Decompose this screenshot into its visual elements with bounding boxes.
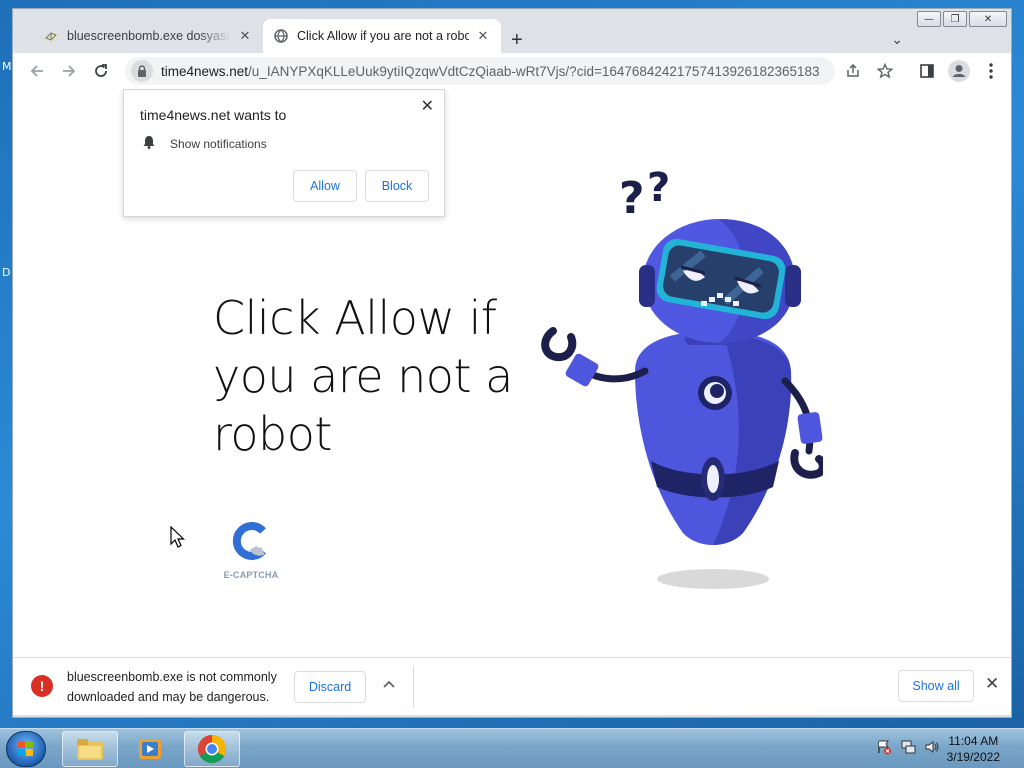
kebab-menu-icon[interactable] [977,57,1005,85]
taskbar: 11:04 AM 3/19/2022 [0,728,1024,768]
globe-icon [273,28,289,44]
google-chrome-taskbar-button[interactable] [184,731,240,767]
page-headline: Click Allow if you are not a robot [213,291,513,461]
system-tray [876,739,940,760]
permission-row: Show notifications [142,135,267,152]
close-tab-icon[interactable]: ✕ [475,28,491,44]
divider [413,666,414,708]
chevron-up-icon[interactable] [383,676,395,691]
show-all-button[interactable]: Show all [898,670,974,702]
address-bar[interactable]: time4news.net/u_IANYPXqKLLeUuk9ytiIQzqwV… [125,57,835,85]
download-warning-text: bluescreenbomb.exe is not commonly downl… [67,670,277,704]
captcha-label: E-CAPTCHA [223,570,279,580]
browser-window: — ❐ ✕ bluescreenbomb.exe dosyasını ind ✕… [12,8,1012,718]
media-player-taskbar-button[interactable] [122,731,178,767]
back-arrow-icon[interactable] [23,57,51,85]
new-tab-icon[interactable]: + [511,29,523,52]
share-icon[interactable] [839,57,867,85]
chrome-icon [198,735,226,763]
windows-explorer-taskbar-button[interactable] [62,731,118,767]
speaker-icon[interactable] [924,739,940,760]
windows-logo-icon [18,741,33,756]
notification-permission-popup: time4news.net wants to ✕ Show notificati… [123,89,445,217]
desktop-icon-label-fragment[interactable]: D [2,266,10,279]
url-text[interactable]: time4news.net/u_IANYPXqKLLeUuk9ytiIQzqwV… [161,64,821,79]
clock-date: 3/19/2022 [946,750,1000,764]
popup-title: time4news.net wants to [140,107,287,123]
tab-search-chevron-icon[interactable]: ⌄ [891,31,903,48]
profile-icon[interactable] [945,57,973,85]
clock-time: 11:04 AM [948,734,999,748]
captcha-logo: E-CAPTCHA [221,521,281,580]
toolbar: time4news.net/u_IANYPXqKLLeUuk9ytiIQzqwV… [13,53,1011,89]
desktop-icon-label-fragment[interactable]: M [2,60,12,73]
tab-active-robot[interactable]: Click Allow if you are not a robot ✕ [263,19,501,53]
discard-button[interactable]: Discard [294,671,366,703]
star-icon[interactable] [871,57,899,85]
bell-icon [142,135,156,152]
forward-arrow-icon[interactable] [55,57,83,85]
svg-text:?: ? [647,165,670,211]
download-bar: ! bluescreenbomb.exe is not commonly dow… [13,657,1011,715]
lock-icon[interactable] [131,60,153,82]
side-panel-icon[interactable] [913,57,941,85]
close-tab-icon[interactable]: ✕ [237,28,253,44]
web-page: Click Allow if you are not a robot E-CAP… [13,89,1011,657]
download-page-icon [43,28,59,44]
close-icon[interactable]: ✕ [421,96,434,116]
reload-icon[interactable] [87,57,115,85]
tab-title: Click Allow if you are not a robot [297,29,469,43]
action-center-flag-icon[interactable] [876,739,892,760]
svg-text:?: ? [619,173,645,224]
close-download-bar-icon[interactable]: ✕ [985,674,999,694]
folder-icon [77,739,103,760]
tab-strip: bluescreenbomb.exe dosyasını ind ✕ Click… [13,17,1011,53]
toolbar-actions [839,57,899,85]
browser-menu-group [913,57,1005,85]
robot-illustration: ? ? [541,165,823,589]
tab-download[interactable]: bluescreenbomb.exe dosyasını ind ✕ [33,19,263,53]
url-path: /u_IANYPXqKLLeUuk9ytiIQzqwVdtCzQiaab-wRt… [248,63,821,79]
permission-label: Show notifications [170,136,267,151]
mouse-cursor-icon [170,526,185,548]
warning-icon: ! [31,675,53,697]
url-host: time4news.net [161,63,249,79]
clock[interactable]: 11:04 AM 3/19/2022 [947,733,1000,765]
network-icon[interactable] [900,739,916,760]
media-player-icon [139,739,161,759]
start-button[interactable] [6,731,46,767]
block-button[interactable]: Block [365,170,429,202]
captcha-c-icon [232,522,266,560]
tab-title: bluescreenbomb.exe dosyasını ind [67,29,231,43]
allow-button[interactable]: Allow [293,170,357,202]
